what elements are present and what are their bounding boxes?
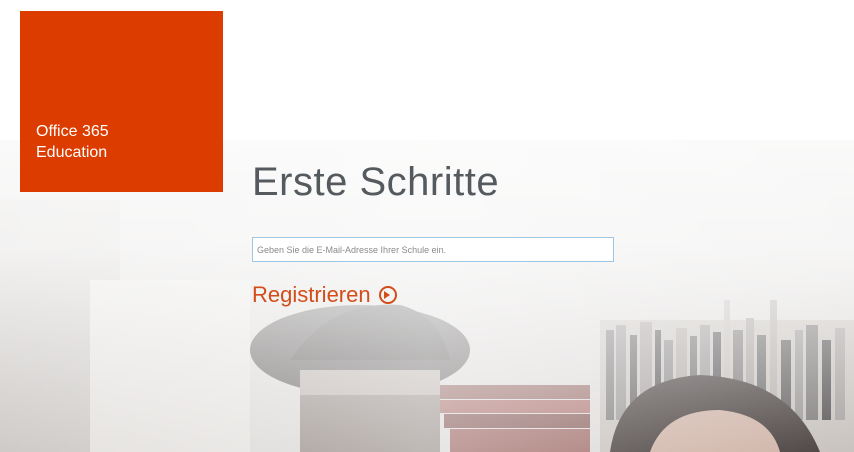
school-email-input[interactable] xyxy=(252,237,614,262)
page-title: Erste Schritte xyxy=(252,160,500,204)
office-365-education-tile: Office 365 Education xyxy=(20,11,223,192)
circle-arrow-right-icon xyxy=(378,286,397,304)
brand-name: Office 365 Education xyxy=(36,121,109,163)
brand-line-2: Education xyxy=(36,144,108,161)
brand-line-1: Office 365 xyxy=(36,123,109,140)
register-label: Registrieren xyxy=(252,282,371,307)
register-link[interactable]: Registrieren xyxy=(252,282,397,308)
